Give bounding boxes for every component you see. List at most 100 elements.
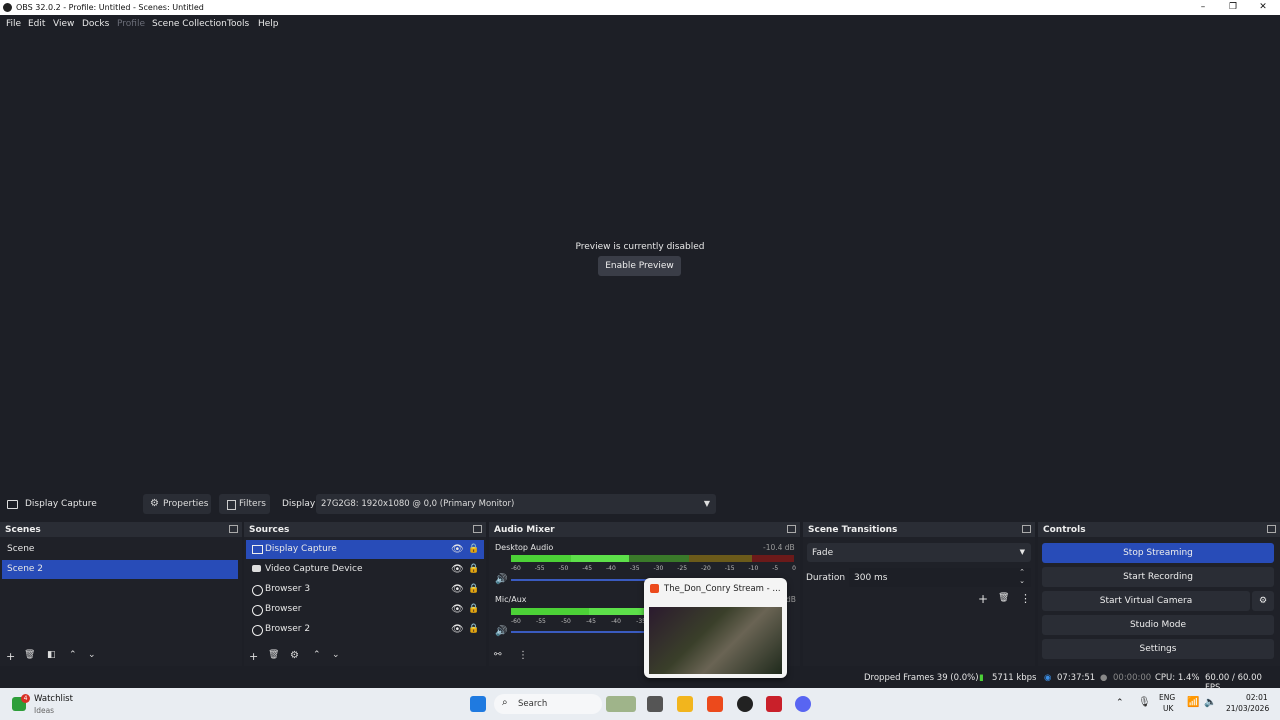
menu-view[interactable]: View bbox=[53, 19, 74, 29]
language-indicator[interactable]: ENG bbox=[1159, 693, 1175, 702]
source-item-browser[interactable]: Browser 👁 🔒 bbox=[246, 600, 484, 619]
undock-icon[interactable] bbox=[1267, 525, 1276, 533]
trash-icon[interactable]: 🗑 bbox=[998, 593, 1009, 603]
add-source-icon[interactable]: + bbox=[249, 650, 258, 663]
source-label: Browser 3 bbox=[265, 584, 311, 594]
scene-item[interactable]: Scene bbox=[2, 540, 238, 559]
volume-meter bbox=[571, 555, 629, 562]
widget-subtitle: Ideas bbox=[34, 706, 55, 715]
windows-start-icon[interactable] bbox=[470, 696, 486, 712]
menu-docks[interactable]: Docks bbox=[82, 19, 109, 29]
clock-date[interactable]: 21/03/2026 bbox=[1226, 704, 1269, 713]
source-item-browser-3[interactable]: Browser 3 👁 🔒 bbox=[246, 580, 484, 599]
add-scene-icon[interactable]: + bbox=[6, 650, 15, 663]
scene-item-selected[interactable]: Scene 2 bbox=[2, 560, 238, 579]
stop-streaming-button[interactable]: Stop Streaming bbox=[1042, 543, 1274, 563]
start-recording-button[interactable]: Start Recording bbox=[1042, 567, 1274, 587]
clock-time[interactable]: 02:01 bbox=[1246, 693, 1268, 702]
chevron-up-icon[interactable]: ⌃ bbox=[1116, 698, 1124, 708]
source-label: Display Capture bbox=[265, 544, 337, 554]
preview-disabled-message: Preview is currently disabled bbox=[575, 242, 705, 252]
microphone-icon[interactable]: 🎙 bbox=[1138, 697, 1151, 708]
duration-input[interactable]: 300 ms ⌃ ⌄ bbox=[849, 568, 1031, 587]
brave-browser-icon[interactable] bbox=[707, 696, 723, 712]
eye-icon[interactable]: 👁 bbox=[451, 600, 464, 619]
transitions-header: Scene Transitions bbox=[803, 522, 1035, 537]
lock-icon[interactable]: 🔒 bbox=[468, 540, 479, 559]
volume-icon[interactable]: 🔈 bbox=[1204, 697, 1216, 708]
taskbar-search[interactable]: ⌕ Search bbox=[494, 694, 602, 714]
obs-app-icon[interactable] bbox=[737, 696, 753, 712]
source-item-browser-2[interactable]: Browser 2 👁 🔒 bbox=[246, 620, 484, 639]
status-bar: Dropped Frames 39 (0.0%) ▮ 5711 kbps ◉ 0… bbox=[0, 668, 1280, 693]
scene-filters-icon[interactable]: ◧ bbox=[47, 650, 56, 660]
file-explorer-icon[interactable] bbox=[677, 696, 693, 712]
eye-icon[interactable]: 👁 bbox=[451, 620, 464, 639]
source-item-display-capture[interactable]: Display Capture 👁 🔒 bbox=[246, 540, 484, 559]
minimize-button[interactable]: – bbox=[1188, 0, 1218, 15]
taskbar-thumbnail-popup[interactable]: The_Don_Conry Stream - ... bbox=[644, 578, 787, 678]
watchlist-widget[interactable]: 4 Watchlist Ideas bbox=[10, 694, 90, 716]
eye-icon[interactable]: 👁 bbox=[451, 540, 464, 559]
lock-icon[interactable]: 🔒 bbox=[468, 600, 479, 619]
discord-icon[interactable] bbox=[795, 696, 811, 712]
chevron-up-icon[interactable]: ⌃ bbox=[1019, 568, 1025, 576]
properties-label: Properties bbox=[163, 499, 209, 509]
lock-icon[interactable]: 🔒 bbox=[468, 560, 479, 579]
scene-transitions-dock: Scene Transitions Fade ▼ Duration 300 ms… bbox=[803, 522, 1035, 666]
lock-icon[interactable]: 🔒 bbox=[468, 620, 479, 639]
acrobat-icon[interactable] bbox=[766, 696, 782, 712]
undock-icon[interactable] bbox=[473, 525, 482, 533]
menu-tools[interactable]: Tools bbox=[227, 19, 249, 29]
taskbar: 4 Watchlist Ideas ⌕ Search ⌃ 🎙 ENG UK 📶 … bbox=[0, 688, 1280, 720]
settings-button[interactable]: Settings bbox=[1042, 639, 1274, 659]
gear-icon[interactable]: ⚙ bbox=[290, 650, 299, 661]
channel-name: Mic/Aux bbox=[495, 595, 527, 604]
menu-scene-collection[interactable]: Scene Collection bbox=[152, 19, 227, 29]
move-up-icon[interactable]: ⌃ bbox=[69, 650, 77, 660]
source-label: Browser 2 bbox=[265, 624, 311, 634]
add-transition-icon[interactable]: + bbox=[978, 592, 988, 606]
studio-mode-button[interactable]: Studio Mode bbox=[1042, 615, 1274, 635]
display-select[interactable]: 27G2G8: 1920x1080 @ 0,0 (Primary Monitor… bbox=[316, 494, 716, 514]
gear-icon: ⚙ bbox=[1258, 596, 1268, 606]
speaker-icon[interactable]: 🔊 bbox=[495, 574, 507, 585]
meter-ticks: -60 -55 -50 -45 -40 -35 -30 -25 -20 -15 -10 -5 0 bbox=[511, 565, 796, 572]
mixer-title: Audio Mixer bbox=[494, 525, 555, 535]
transition-select[interactable]: Fade ▼ bbox=[807, 543, 1031, 562]
window-title: OBS 32.0.2 - Profile: Untitled - Scenes:… bbox=[16, 3, 204, 12]
chevron-down-icon[interactable]: ⌄ bbox=[1019, 577, 1025, 585]
move-up-icon[interactable]: ⌃ bbox=[313, 650, 321, 660]
eye-icon[interactable]: 👁 bbox=[451, 560, 464, 579]
properties-button[interactable]: ⚙ Properties bbox=[143, 494, 211, 514]
enable-preview-button[interactable]: Enable Preview bbox=[598, 256, 681, 276]
undock-icon[interactable] bbox=[1022, 525, 1031, 533]
menu-file[interactable]: File bbox=[6, 19, 21, 29]
channel-name: Desktop Audio bbox=[495, 543, 554, 552]
lock-icon[interactable]: 🔒 bbox=[468, 580, 479, 599]
more-options-icon[interactable]: ⋮ bbox=[1020, 592, 1031, 605]
trash-icon[interactable]: 🗑 bbox=[24, 650, 35, 660]
move-down-icon[interactable]: ⌄ bbox=[332, 650, 340, 660]
filters-button[interactable]: Filters bbox=[219, 494, 270, 514]
trash-icon[interactable]: 🗑 bbox=[268, 650, 279, 660]
eye-icon[interactable]: 👁 bbox=[451, 580, 464, 599]
duration-label: Duration bbox=[806, 573, 846, 583]
wifi-icon[interactable]: 📶 bbox=[1187, 697, 1199, 708]
start-virtual-camera-button[interactable]: Start Virtual Camera bbox=[1042, 591, 1250, 611]
more-options-icon[interactable]: ⋮ bbox=[518, 650, 528, 661]
menu-profile[interactable]: Profile bbox=[117, 19, 145, 29]
move-down-icon[interactable]: ⌄ bbox=[88, 650, 96, 660]
source-item-video-capture[interactable]: Video Capture Device 👁 🔒 bbox=[246, 560, 484, 579]
advanced-audio-icon[interactable]: ⚯ bbox=[494, 650, 502, 660]
undock-icon[interactable] bbox=[787, 525, 796, 533]
speaker-icon[interactable]: 🔊 bbox=[495, 626, 507, 637]
restore-button[interactable]: ❐ bbox=[1218, 0, 1248, 15]
menu-edit[interactable]: Edit bbox=[28, 19, 45, 29]
undock-icon[interactable] bbox=[229, 525, 238, 533]
close-button[interactable]: ✕ bbox=[1248, 0, 1278, 15]
virtual-camera-settings-button[interactable]: ⚙ bbox=[1252, 591, 1274, 611]
source-label: Browser bbox=[265, 604, 302, 614]
task-view-icon[interactable] bbox=[647, 696, 663, 712]
menu-help[interactable]: Help bbox=[258, 19, 279, 29]
